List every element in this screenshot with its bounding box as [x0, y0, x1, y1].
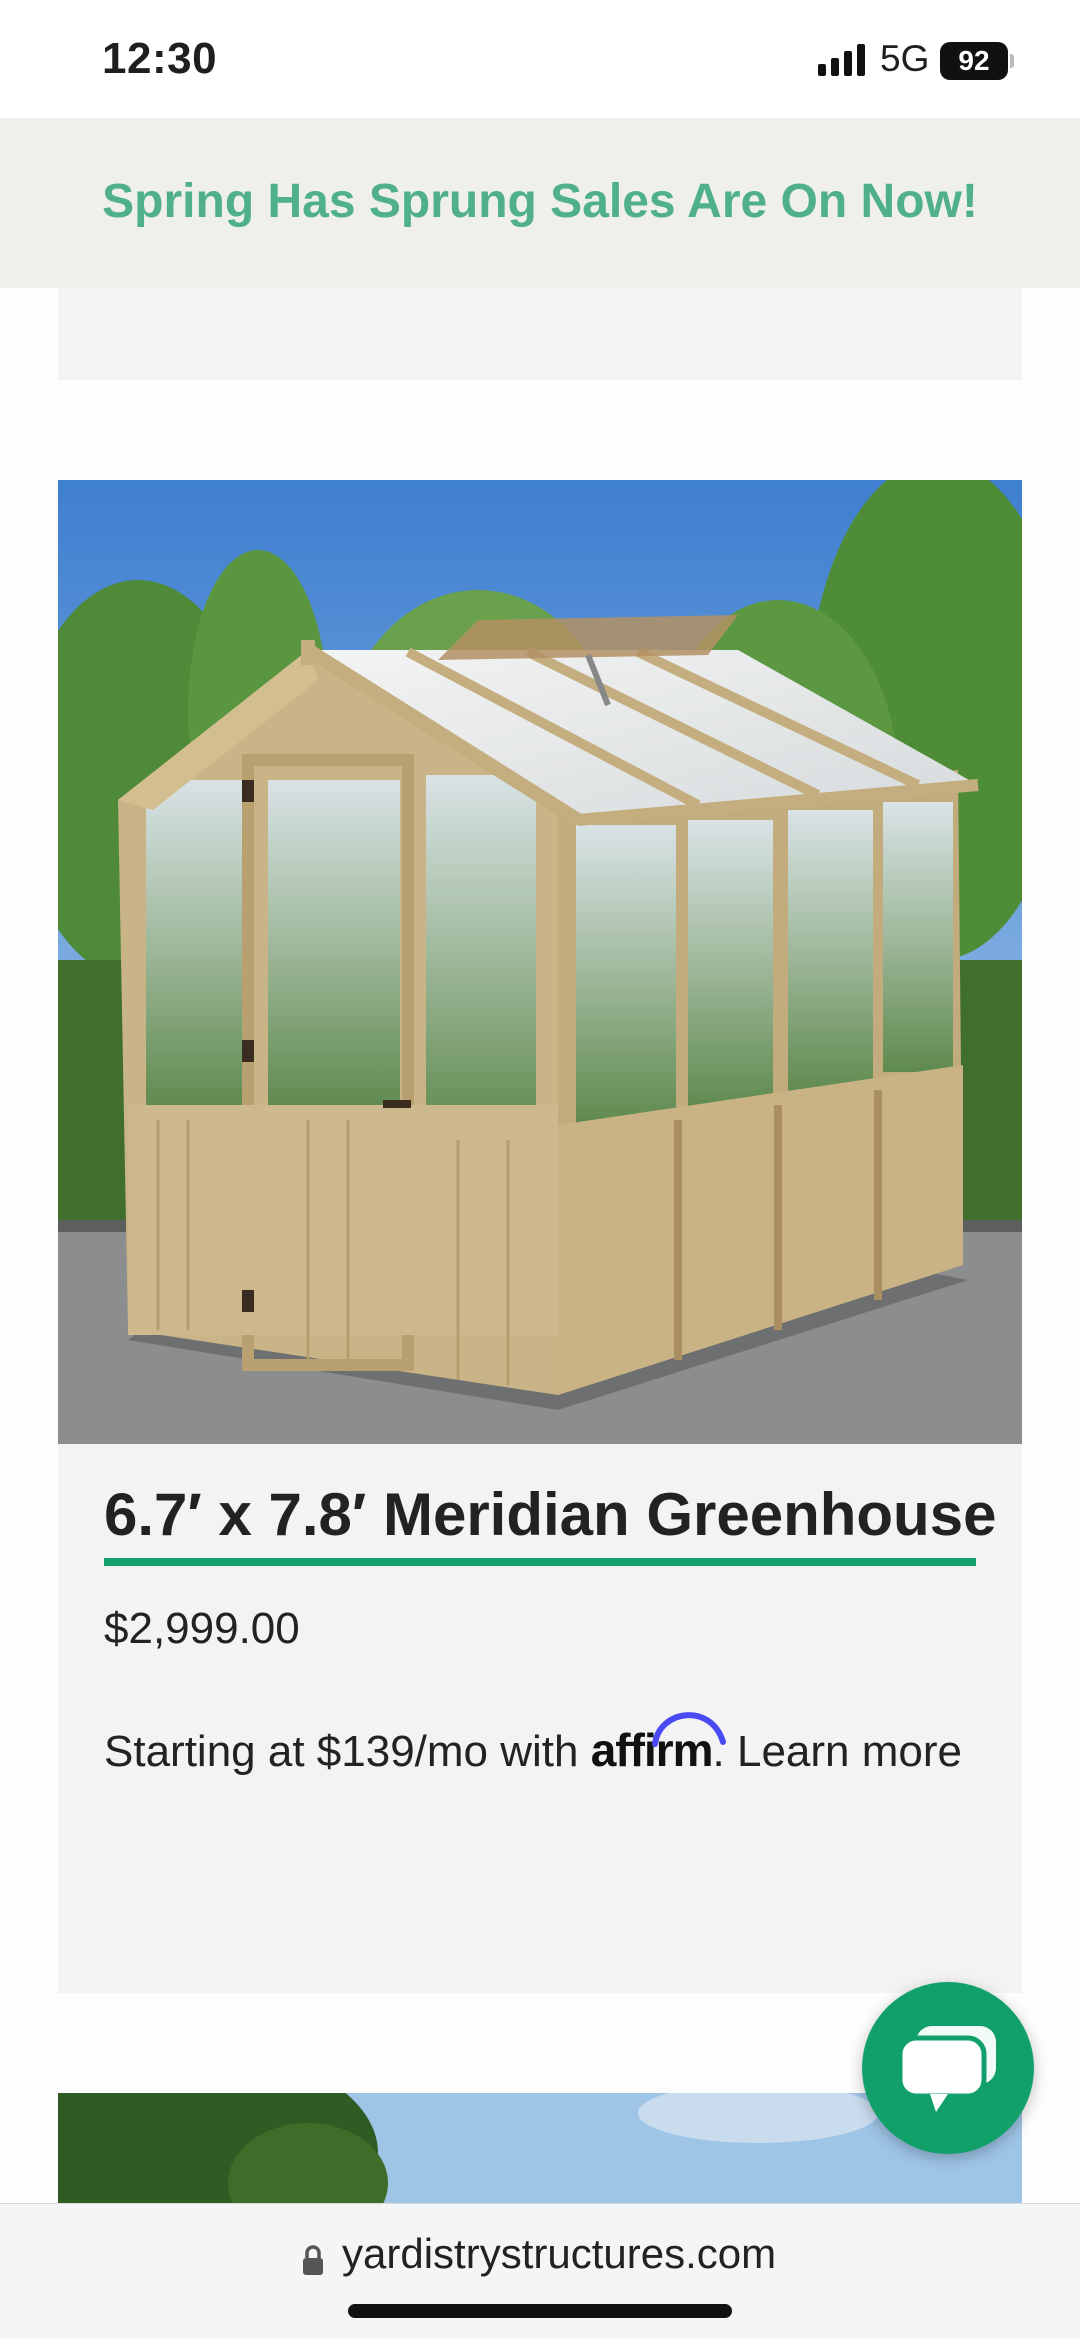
financing-prefix: Starting at $139/mo with [104, 1727, 579, 1776]
affirm-logo: affirm [591, 1710, 726, 1790]
product-price: $2,999.00 [104, 1604, 300, 1653]
learn-more-link[interactable]: . Learn more [713, 1727, 962, 1776]
product-title[interactable]: 6.7′ x 7.8′ Meridian Greenhouse [104, 1480, 996, 1549]
url-text[interactable]: yardistrystructures.com [342, 2230, 776, 2278]
previous-product-card [58, 288, 1022, 380]
promo-text: Spring Has Sprung Sales Are On Now! [102, 175, 978, 228]
lock-icon [303, 2245, 323, 2275]
chat-button[interactable] [862, 1982, 1034, 2154]
home-indicator[interactable] [348, 2304, 732, 2318]
product-card[interactable]: 6.7′ x 7.8′ Meridian Greenhouse $2,999.0… [58, 480, 1022, 1993]
title-underline [104, 1558, 976, 1566]
product-image[interactable] [58, 480, 1022, 1444]
chat-icon [900, 2026, 996, 2112]
promo-banner[interactable]: Spring Has Sprung Sales Are On Now! [0, 118, 1080, 288]
battery-icon: 92 [940, 42, 1008, 80]
network-type: 5G [880, 38, 930, 79]
browser-url-bar[interactable]: yardistrystructures.com [0, 2203, 1080, 2339]
status-time: 12:30 [102, 34, 218, 83]
status-bar: 12:30 5G 92 [0, 0, 1080, 118]
financing-text: Starting at $139/mo with affirm . Learn … [104, 1710, 984, 1792]
signal-icon [818, 44, 865, 76]
affirm-arc-icon [651, 1712, 726, 1747]
battery-tip [1010, 54, 1014, 68]
